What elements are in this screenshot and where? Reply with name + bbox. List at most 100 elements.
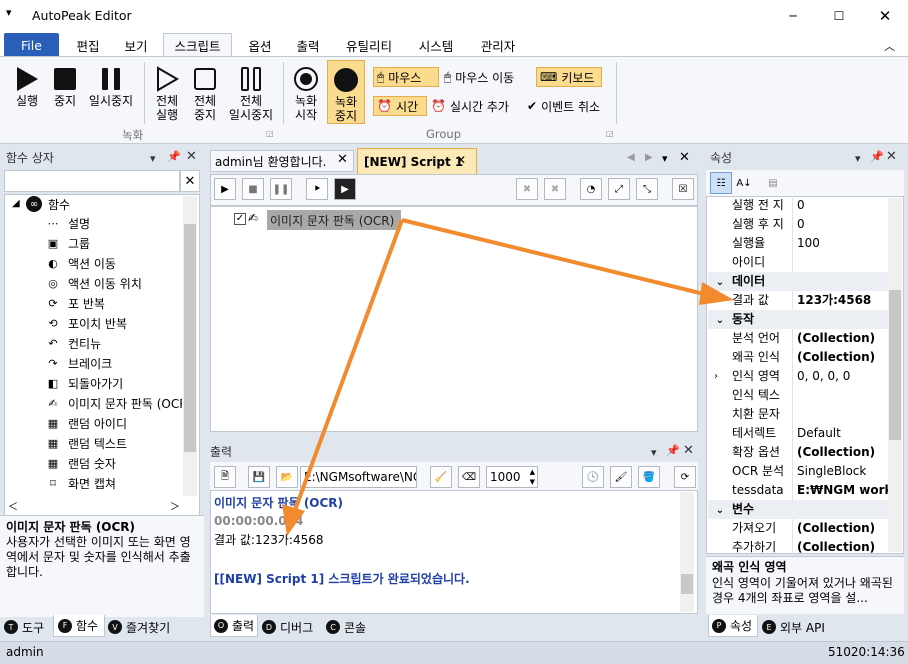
tree-item-screen-capture[interactable]: 화면 캡쳐 (68, 475, 116, 492)
tab-utility[interactable]: 유틸리티 (337, 33, 401, 57)
event-cancel-button[interactable]: ✔ 이벤트 취소 (527, 96, 617, 116)
tree-item-action-move-position[interactable]: 액션 이동 위치 (68, 275, 142, 292)
tab-admin[interactable]: 관리자 (469, 33, 527, 57)
run-button[interactable]: 실행 (8, 64, 46, 108)
func-search-input[interactable] (4, 170, 180, 192)
property-row[interactable]: › 인식 영역 0, 0, 0, 0 (708, 367, 888, 386)
editor-timer-icon[interactable]: ◔ (580, 178, 602, 200)
func-tree-hscrollbar[interactable]: ＜＞ (6, 498, 184, 513)
tree-item-for-loop[interactable]: 포 반복 (68, 295, 105, 312)
record-start-button[interactable]: 녹화 시작 (288, 64, 324, 122)
property-row[interactable]: 결과 값 123가:4568 (708, 291, 888, 310)
stepper-arrows-icon[interactable]: ▲ ▼ (530, 467, 535, 487)
output-scrollbar[interactable] (680, 492, 694, 612)
property-row[interactable]: 테서렉트 Default (708, 424, 888, 443)
close-button[interactable]: ✕ (862, 0, 908, 32)
property-pages-icon[interactable]: ▤ (762, 172, 784, 194)
editor-run-to-icon[interactable]: ▶ (334, 178, 356, 200)
time-button[interactable]: ⏰ 시간 (373, 96, 427, 116)
tree-item-foreach-loop[interactable]: 포이치 반복 (68, 315, 127, 332)
property-row[interactable]: 인식 텍스 (708, 386, 888, 405)
group-launcher-icon[interactable]: ◲ (606, 129, 614, 138)
tree-item-continue[interactable]: 컨티뉴 (68, 335, 101, 352)
categorized-icon[interactable]: ☷ (710, 172, 732, 194)
brush-icon[interactable]: 🖌 (610, 466, 632, 488)
mouse-move-button[interactable]: 🖱 마우스 이동 (444, 67, 532, 87)
editor-disabled-icon[interactable]: ✖ (516, 178, 538, 200)
broom-icon[interactable]: 🧹 (430, 466, 452, 488)
clock-icon[interactable]: 🕓 (582, 466, 604, 488)
eraser-icon[interactable]: ⌫ (458, 466, 480, 488)
stop-all-button[interactable]: 전체 중지 (188, 64, 222, 122)
save-icon[interactable]: 💾 (248, 466, 270, 488)
property-row[interactable]: 아이디 (708, 253, 888, 272)
folder-icon[interactable]: 📂 (276, 466, 298, 488)
close-icon[interactable]: ✕ (886, 149, 897, 164)
property-row[interactable]: 실행 후 지 0 (708, 215, 888, 234)
category-variables[interactable]: ⌄ 변수 (708, 500, 888, 519)
output-scroll-thumb[interactable] (681, 574, 693, 594)
tab-debug[interactable]: D 디버그 (262, 616, 324, 638)
editor-pause-icon[interactable]: ❚❚ (270, 178, 292, 200)
system-menu-icon[interactable]: ▾ (6, 6, 12, 19)
editor-run-icon[interactable]: ▶ (214, 178, 236, 200)
property-row[interactable]: 치환 문자 (708, 405, 888, 424)
dropdown-icon[interactable]: ▾ (651, 446, 657, 459)
property-row[interactable]: 왜곡 인식 (Collection) (708, 348, 888, 367)
minimize-button[interactable]: ─ (770, 0, 816, 32)
output-count-stepper[interactable]: 1000 ▲ ▼ (486, 466, 538, 488)
tab-favorites[interactable]: V 즐겨찾기 (108, 616, 182, 638)
close-icon[interactable]: ✕ (186, 149, 197, 164)
node-checkbox[interactable]: ✓ (234, 213, 246, 225)
collapse-ribbon-icon[interactable]: ︿ (884, 38, 895, 54)
expand-icon[interactable]: ⤢ (608, 178, 630, 200)
tree-item-comment[interactable]: 설명 (68, 215, 90, 232)
collapse-icon[interactable]: ⌄ (708, 273, 732, 292)
keyboard-button[interactable]: ⌨ 키보드 (536, 67, 602, 87)
collapse-icon[interactable]: ⌄ (708, 311, 732, 330)
dropdown-icon[interactable]: ▾ (150, 152, 156, 165)
close-tab-icon[interactable]: ✕ (456, 153, 466, 167)
file-tab[interactable]: File (4, 33, 59, 57)
scroll-left-icon[interactable]: ◀ (627, 152, 635, 163)
props-scroll-thumb[interactable] (889, 290, 901, 440)
group-launcher-icon[interactable]: ◲ (266, 129, 274, 138)
pause-all-button[interactable]: 전체 일시중지 (226, 64, 276, 122)
record-stop-button[interactable]: 녹화 중지 (327, 60, 365, 124)
tab-tools[interactable]: T 도구 (4, 616, 52, 638)
tree-item-random-number[interactable]: 랜덤 숫자 (68, 455, 116, 472)
tree-item-ocr[interactable]: 이미지 문자 판독 (OCR) (68, 395, 182, 412)
collapse-icon[interactable]: ⤡ (636, 178, 658, 200)
stop-button[interactable]: 중지 (48, 64, 82, 108)
tree-item-action-move[interactable]: 액션 이동 (68, 255, 116, 272)
collapse-icon[interactable]: ⌄ (708, 501, 732, 520)
tab-script[interactable]: 스크립트 (163, 33, 232, 57)
delete-icon[interactable]: ☒ (672, 178, 694, 200)
tree-expand-icon[interactable]: ◢ (12, 198, 20, 209)
tab-functions[interactable]: F 함수 (53, 615, 105, 637)
func-tree-scroll-thumb[interactable] (184, 224, 196, 452)
property-row[interactable]: 분석 언어 (Collection) (708, 329, 888, 348)
category-action[interactable]: ⌄ 동작 (708, 310, 888, 329)
editor-stop-icon[interactable]: ■ (242, 178, 264, 200)
realtime-add-button[interactable]: ⏰ 실시간 추가 (431, 96, 523, 116)
property-row[interactable]: 추가하기 (Collection) (708, 538, 888, 557)
close-icon[interactable]: ✕ (683, 443, 694, 458)
tab-external-api[interactable]: E 외부 API (762, 616, 832, 638)
refresh-icon[interactable]: ⟳ (674, 466, 696, 488)
tree-item-return[interactable]: 되돌아가기 (68, 375, 123, 392)
output-path-field[interactable]: E:\NGMsoftware\NG (300, 466, 417, 488)
editor-step-icon[interactable]: ⯈ (306, 178, 328, 200)
dropdown-icon[interactable]: ▾ (855, 152, 861, 165)
property-row[interactable]: OCR 분석 SingleBlock (708, 462, 888, 481)
script-node-ocr[interactable]: 이미지 문자 판독 (OCR) (267, 210, 401, 230)
tab-system[interactable]: 시스템 (407, 33, 465, 57)
tab-properties[interactable]: P 속성 (708, 615, 758, 637)
editor-disabled-icon[interactable]: ✖ (544, 178, 566, 200)
maximize-button[interactable]: ☐ (816, 0, 862, 32)
property-row[interactable]: 가져오기 (Collection) (708, 519, 888, 538)
tab-welcome[interactable]: admin님 환영합니다. (210, 150, 354, 172)
property-row[interactable]: 실행 전 지 0 (708, 196, 888, 215)
tab-console[interactable]: C 콘솔 (326, 616, 376, 638)
property-row[interactable]: 확장 옵션 (Collection) (708, 443, 888, 462)
